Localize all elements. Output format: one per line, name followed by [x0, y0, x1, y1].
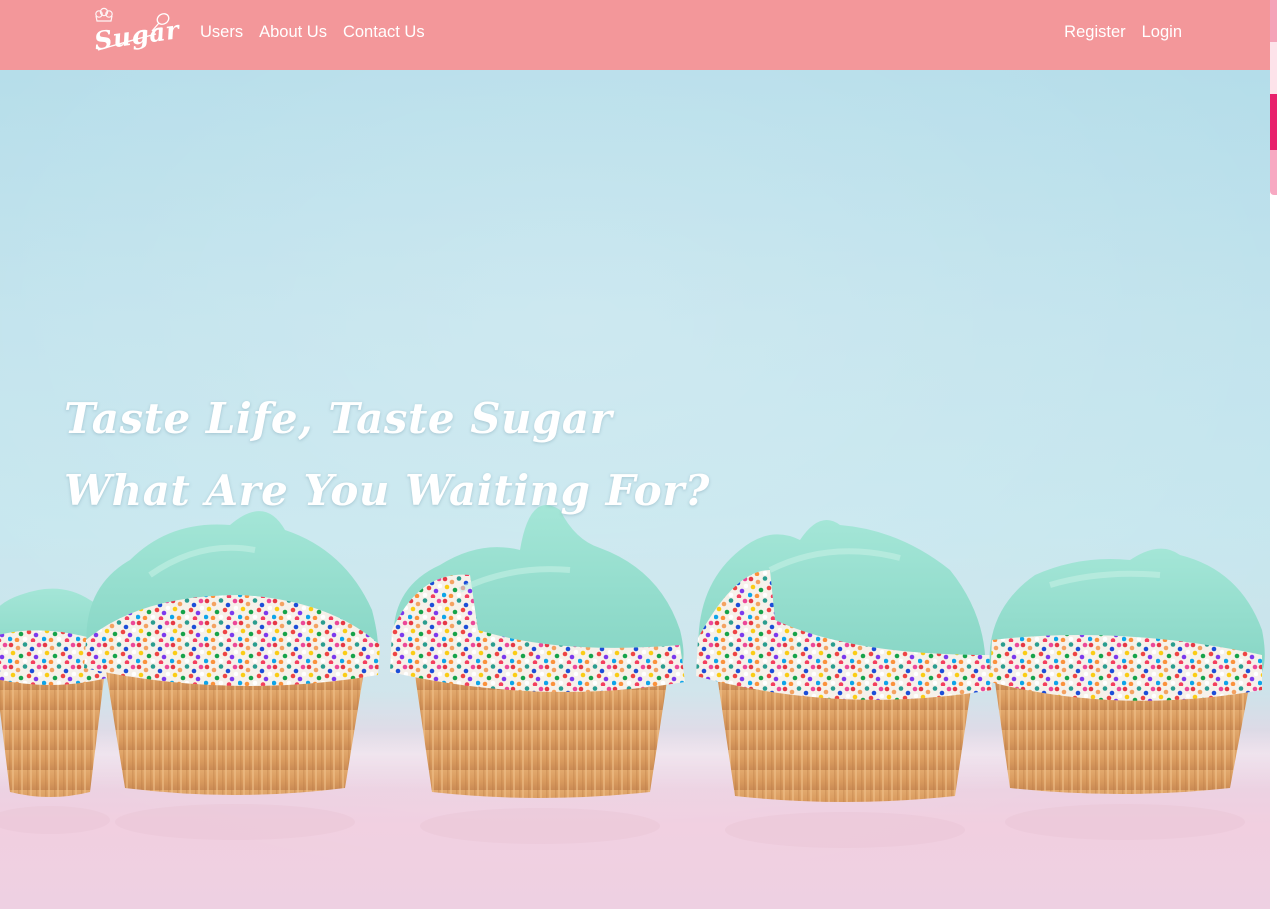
brand-logo[interactable]: Sugar — [90, 6, 181, 62]
primary-nav: Users About Us Contact Us — [200, 22, 425, 42]
nav-link-users[interactable]: Users — [200, 22, 243, 42]
nav-link-contact-us[interactable]: Contact Us — [343, 22, 425, 42]
auth-nav: Register Login — [1064, 22, 1182, 42]
nav-link-about-us[interactable]: About Us — [259, 22, 327, 42]
login-link[interactable]: Login — [1142, 22, 1182, 42]
scrollbar-segment — [1270, 0, 1277, 42]
scrollbar-segment — [1270, 150, 1277, 195]
hero-headline: Taste Life, Taste Sugar What Are You Wai… — [64, 383, 710, 527]
scrollbar-segment — [1270, 42, 1277, 94]
register-link[interactable]: Register — [1064, 22, 1125, 42]
hero-headline-line-2: What Are You Waiting For? — [64, 466, 710, 515]
navbar: Sugar Users About Us Contact Us Register… — [0, 0, 1270, 70]
hero-banner: Taste Life, Taste Sugar What Are You Wai… — [0, 70, 1270, 909]
page-scrollbar[interactable] — [1270, 0, 1277, 909]
hero-headline-line-1: Taste Life, Taste Sugar — [64, 394, 613, 443]
scrollbar-thumb[interactable] — [1270, 94, 1277, 150]
